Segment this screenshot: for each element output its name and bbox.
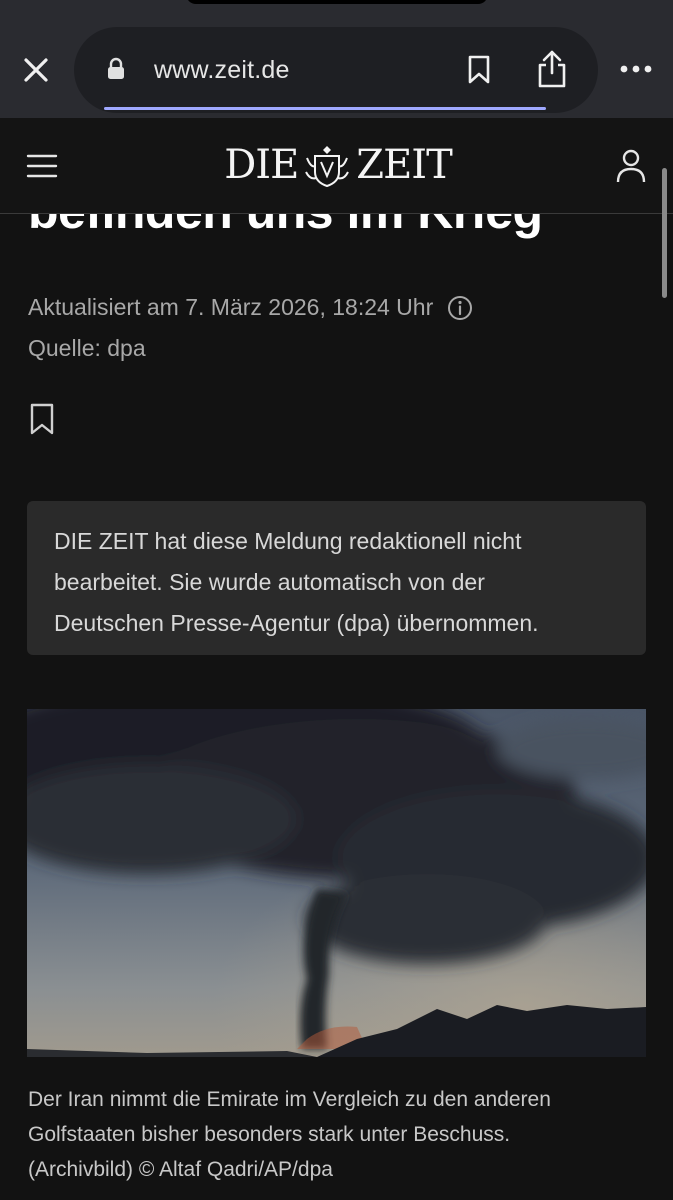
lock-icon — [108, 57, 124, 79]
info-icon[interactable] — [447, 295, 473, 321]
crest-icon — [305, 146, 350, 188]
device-notch — [186, 0, 488, 4]
logo-text-left: DIE — [224, 142, 299, 188]
article-meta: Aktualisiert am 7. März 2026, 18:24 Uhr … — [28, 287, 473, 369]
photo-caption: Der Iran nimmt die Emirate im Vergleich … — [28, 1082, 648, 1187]
menu-icon[interactable] — [26, 152, 58, 180]
notice-line: bearbeitet. Sie wurde automatisch von de… — [54, 569, 485, 595]
more-icon — [620, 65, 652, 73]
smoke-plume-image — [27, 709, 646, 1057]
scrollbar[interactable] — [662, 168, 667, 298]
notice-line: Deutschen Presse-Agentur (dpa) übernomme… — [54, 610, 539, 636]
more-options-button[interactable] — [614, 54, 658, 84]
updated-timestamp: Aktualisiert am 7. März 2026, 18:24 Uhr — [28, 294, 434, 320]
close-icon — [24, 58, 48, 82]
site-header: DIE ZEIT — [0, 118, 673, 214]
close-tab-button[interactable] — [18, 52, 54, 88]
share-button[interactable] — [532, 47, 572, 91]
dpa-notice: DIE ZEIT hat diese Meldung redaktionell … — [27, 501, 646, 655]
site-logo[interactable]: DIE ZEIT — [218, 140, 458, 190]
bookmark-icon[interactable] — [28, 402, 56, 436]
caption-credit: (Archivbild) © Altaf Qadri/AP/dpa — [28, 1158, 333, 1181]
bookmark-page-button[interactable] — [462, 53, 496, 87]
notice-line: DIE ZEIT hat diese Meldung redaktionell … — [54, 528, 522, 554]
bookmark-icon — [468, 55, 490, 84]
article-photo[interactable] — [27, 709, 646, 1057]
browser-toolbar: www.zeit.de — [0, 0, 673, 118]
address-bar[interactable]: www.zeit.de — [74, 27, 598, 113]
article-source: Quelle: dpa — [28, 335, 146, 361]
page-load-progress — [104, 107, 546, 110]
user-icon[interactable] — [614, 148, 648, 184]
caption-line: Golfstaaten bisher besonders stark unter… — [28, 1123, 511, 1146]
share-icon — [538, 50, 566, 88]
logo-text-right: ZEIT — [356, 142, 452, 188]
caption-line: Der Iran nimmt die Emirate im Vergleich … — [28, 1088, 551, 1111]
url-text[interactable]: www.zeit.de — [154, 56, 290, 85]
